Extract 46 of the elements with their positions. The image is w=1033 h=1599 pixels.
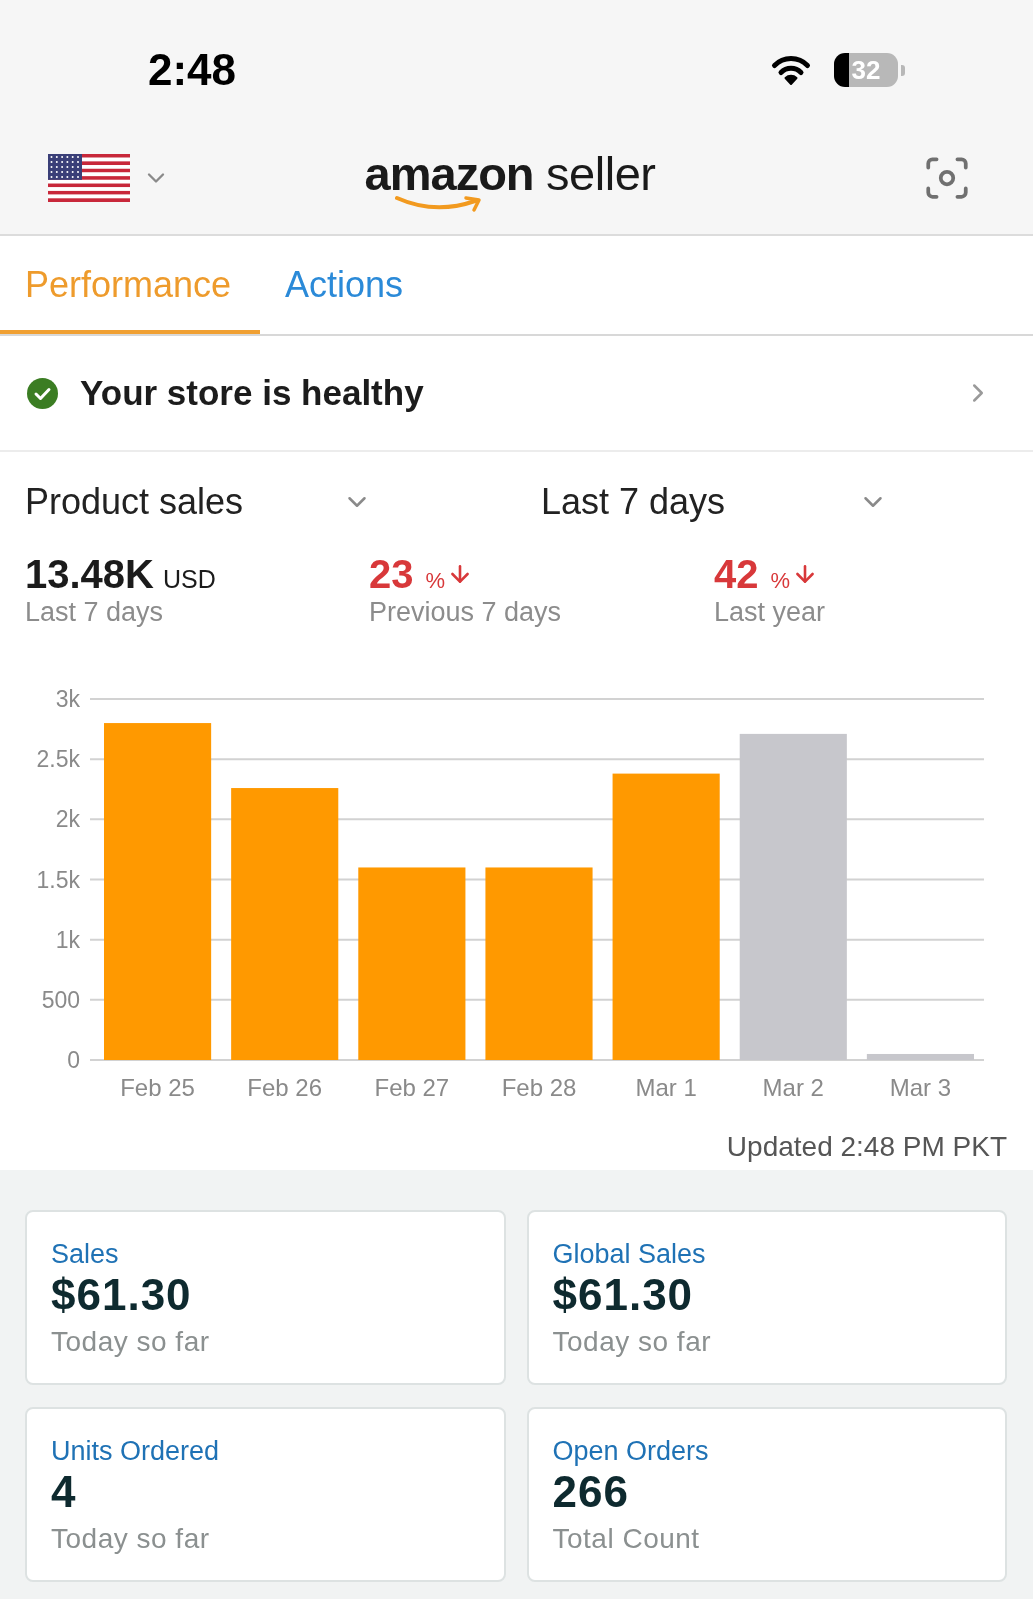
card-label: Global Sales	[552, 1238, 706, 1270]
card-caption: Today so far	[552, 1326, 712, 1358]
wifi-icon	[770, 53, 812, 87]
logo-text: amazon seller	[364, 149, 656, 199]
x-axis-label: Mar 3	[889, 1073, 952, 1101]
stat-value: 13.48K	[25, 552, 154, 596]
y-axis-label: 2k	[55, 806, 80, 833]
stat-unit: %	[425, 568, 446, 594]
card-caption: Today so far	[51, 1326, 210, 1358]
card-value: 4	[51, 1469, 77, 1515]
card-label: Units Ordered	[51, 1435, 220, 1467]
stat-unit: USD	[163, 565, 216, 594]
battery-indicator: 32	[834, 53, 905, 87]
tab[interactable]: Actions	[260, 236, 429, 334]
x-axis-label: Feb 27	[374, 1073, 450, 1101]
y-axis-label: 0	[67, 1047, 80, 1073]
smile-arrow-icon	[394, 195, 483, 213]
stat-value: 42	[714, 552, 759, 596]
y-axis-label: 2.5k	[36, 746, 80, 773]
x-axis-label: Feb 28	[501, 1073, 577, 1101]
x-axis-label: Mar 1	[635, 1073, 697, 1101]
flag-icon	[48, 154, 130, 202]
period-dropdown[interactable]: Last 7 days	[541, 472, 888, 532]
x-axis-label: Feb 26	[247, 1073, 323, 1101]
card-value: $61.30	[552, 1272, 694, 1318]
stat-caption: Last 7 days	[25, 596, 165, 628]
y-axis-label: 1k	[55, 926, 80, 953]
stat-caption: Last year	[714, 596, 827, 628]
card-value: 266	[552, 1469, 629, 1515]
card-label: Sales	[51, 1238, 119, 1270]
card-caption: Total Count	[552, 1523, 700, 1555]
y-axis-label: 1.5k	[36, 866, 80, 893]
check-circle-icon	[27, 377, 58, 409]
x-axis-label: Mar 2	[762, 1073, 824, 1101]
stat-value: 23	[369, 552, 414, 596]
y-axis-label: 3k	[55, 686, 80, 712]
card-value: $61.30	[51, 1272, 192, 1318]
metric-dropdown[interactable]: Product sales	[25, 472, 372, 532]
status-time: 2:48	[148, 45, 237, 95]
card-label: Open Orders	[552, 1435, 709, 1467]
x-axis-label: Feb 25	[120, 1073, 195, 1101]
stat-caption: Previous 7 days	[369, 596, 563, 628]
y-axis-label: 500	[41, 986, 80, 1013]
stat-unit: %	[770, 568, 791, 594]
card-caption: Today so far	[51, 1523, 210, 1555]
updated-time-text: Updated 2:48 PM PKT	[726, 1131, 1007, 1163]
